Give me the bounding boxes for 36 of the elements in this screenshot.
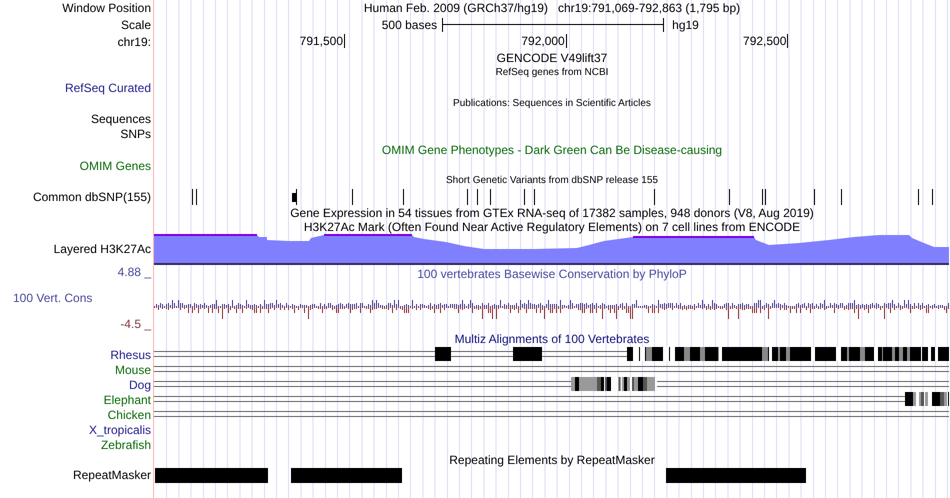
ruler-tick-label: 792,000 (521, 34, 567, 48)
scale-text: 500 bases (382, 18, 438, 32)
track-label[interactable]: Zebrafish (100, 438, 151, 452)
row-label: Scale (120, 18, 151, 32)
track-label[interactable]: RefSeq Curated (64, 81, 151, 95)
track-title: Multiz Alignments of 100 Vertebrates (454, 332, 650, 346)
track-title: GENCODE V49lift37 (496, 51, 608, 65)
track-label[interactable]: 100 Vert. Cons (13, 291, 92, 305)
position-title: Human Feb. 2009 (GRCh37/hg19) chr19:791,069-792,863 (1,795 bp) (364, 1, 740, 15)
ruler-tick-label: 792,500 (743, 34, 788, 48)
track-title: 100 vertebrates Basewise Conservation by PhyloP (417, 267, 687, 281)
row-label: chr19: (118, 34, 151, 48)
track-label[interactable]: Elephant (104, 392, 151, 406)
ruler-tick-label: 791,500 (300, 34, 346, 48)
track-label[interactable]: Chicken (108, 408, 151, 422)
track-label[interactable]: Mouse (114, 362, 151, 376)
track-label[interactable]: Common dbSNP(155) (32, 190, 151, 204)
track-label[interactable]: SNPs (120, 126, 151, 140)
track-label[interactable]: OMIM Genes (80, 159, 151, 173)
track-label[interactable]: X_tropicalis (88, 422, 151, 436)
track-label[interactable]: Dog (128, 378, 151, 392)
track-title: Publications: Sequences in Scientific Articles (453, 98, 651, 110)
axis-min-label: -4.5 _ (120, 317, 151, 331)
row-label: Window Position (62, 1, 151, 15)
track-label[interactable]: Sequences (90, 112, 151, 126)
track-label[interactable]: Layered H3K27Ac (54, 242, 151, 256)
track-title: Short Genetic Variants from dbSNP release 155 (446, 175, 658, 187)
track-label[interactable]: RepeatMasker (72, 468, 151, 482)
track-title: H3K27Ac Mark (Often Found Near Active Regulatory Elements) on 7 cell lines from ENCODE (304, 220, 800, 234)
track-title: Repeating Elements by RepeatMasker (449, 452, 655, 466)
axis-max-label: 4.88 _ (118, 265, 151, 279)
track-label[interactable]: Rhesus (110, 348, 151, 362)
track-title: Gene Expression in 54 tissues from GTEx RNA-seq of 17382 samples, 948 donors (V8, Aug 2019) (290, 206, 814, 220)
track-title: RefSeq genes from NCBI (496, 67, 608, 79)
scale-db-text: hg19 (672, 18, 699, 32)
track-title: OMIM Gene Phenotypes - Dark Green Can Be Disease-causing (382, 143, 722, 157)
